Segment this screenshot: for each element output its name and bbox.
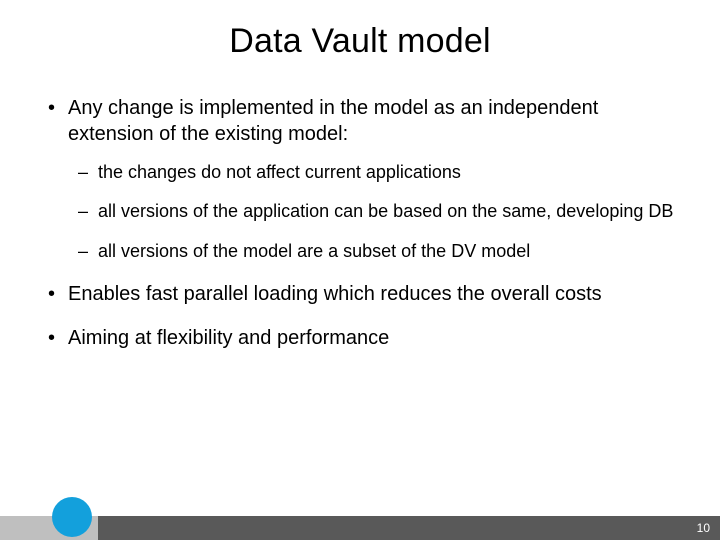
bullet-text: Aiming at flexibility and performance bbox=[68, 327, 389, 349]
sub-bullet-text: the changes do not affect current applic… bbox=[98, 162, 461, 182]
footer-dark-strip bbox=[0, 516, 720, 540]
slide-content: Any change is implemented in the model a… bbox=[30, 95, 690, 351]
footer-bar: 10 bbox=[0, 510, 720, 540]
sub-bullet-text: all versions of the application can be b… bbox=[98, 201, 673, 221]
accent-circle-icon bbox=[52, 497, 92, 537]
bullet-item: Enables fast parallel loading which redu… bbox=[68, 281, 680, 307]
slide: Data Vault model Any change is implement… bbox=[0, 0, 720, 540]
bullet-text: Any change is implemented in the model a… bbox=[68, 97, 598, 145]
sub-bullet-item: all versions of the application can be b… bbox=[98, 200, 680, 223]
page-number: 10 bbox=[697, 521, 710, 535]
bullet-item: Aiming at flexibility and performance bbox=[68, 325, 680, 351]
sub-bullet-list: the changes do not affect current applic… bbox=[68, 161, 680, 263]
bullet-list: Any change is implemented in the model a… bbox=[40, 95, 680, 351]
sub-bullet-item: all versions of the model are a subset o… bbox=[98, 240, 680, 263]
slide-title: Data Vault model bbox=[30, 22, 690, 61]
sub-bullet-text: all versions of the model are a subset o… bbox=[98, 241, 530, 261]
bullet-text: Enables fast parallel loading which redu… bbox=[68, 283, 602, 305]
sub-bullet-item: the changes do not affect current applic… bbox=[98, 161, 680, 184]
bullet-item: Any change is implemented in the model a… bbox=[68, 95, 680, 263]
